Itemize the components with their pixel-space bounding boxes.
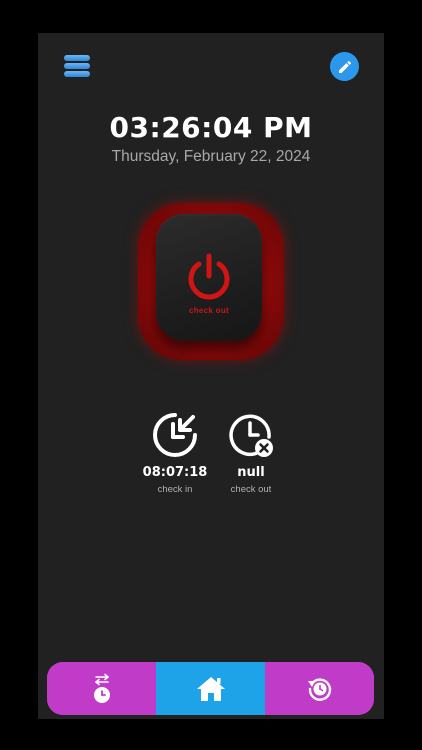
history-icon: [307, 677, 331, 701]
check-out-label: check out: [230, 484, 272, 495]
bottom-navigation: [47, 662, 374, 715]
check-out-stat: null check out: [206, 411, 296, 495]
check-out-clock-icon: [229, 414, 273, 457]
app-screen: 03:26:04 PM Thursday, February 22, 2024 …: [38, 33, 384, 719]
pencil-icon: [338, 60, 351, 73]
current-date: Thursday, February 22, 2024: [111, 148, 311, 165]
check-out-time: null: [237, 465, 265, 480]
nav-home[interactable]: [156, 662, 265, 715]
menu-button[interactable]: [62, 53, 92, 79]
nav-attendance[interactable]: [47, 662, 156, 715]
home-icon: [196, 676, 225, 701]
edit-button[interactable]: [330, 52, 359, 81]
current-time: 03:26:04 PM: [109, 111, 313, 144]
power-button-face: check out: [156, 214, 262, 341]
swap-clock-icon: [93, 673, 110, 703]
power-button-label: check out: [188, 306, 230, 315]
check-out-power-button[interactable]: check out: [138, 203, 284, 360]
check-in-clock-icon: [153, 413, 197, 457]
power-icon: [188, 253, 230, 300]
nav-history[interactable]: [265, 662, 374, 715]
